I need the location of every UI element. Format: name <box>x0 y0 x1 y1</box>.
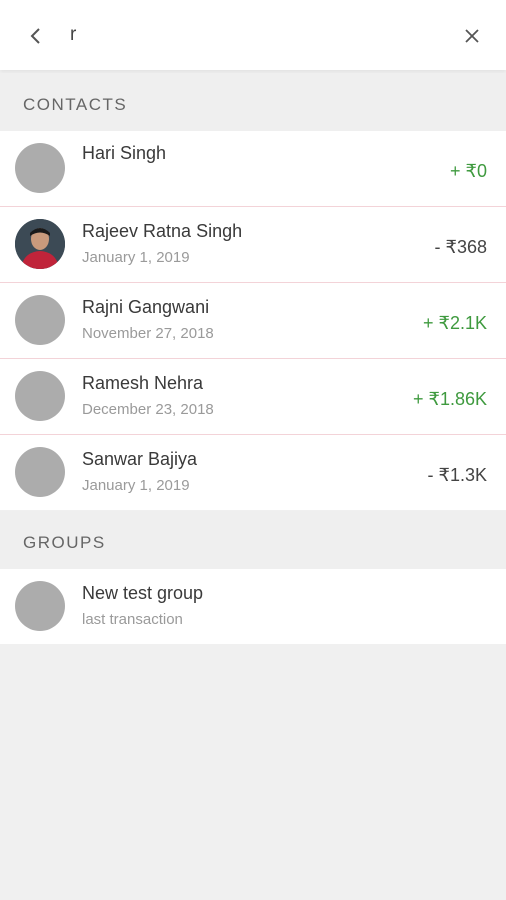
avatar <box>15 143 65 193</box>
contacts-section-title: CONTACTS <box>23 95 128 114</box>
contact-date: January 1, 2019 <box>82 477 190 494</box>
search-input[interactable] <box>70 20 430 50</box>
contact-row[interactable]: Sanwar Bajiya January 1, 2019 - ₹1.3K <box>0 435 506 510</box>
contact-name: Rajeev Ratna Singh <box>82 221 243 241</box>
contact-row[interactable]: Ramesh Nehra December 23, 2018 + ₹1.86K <box>0 359 506 435</box>
avatar <box>15 581 65 631</box>
contact-balance: - ₹1.3K <box>427 465 487 485</box>
contact-name: Sanwar Bajiya <box>82 449 198 469</box>
search-bar <box>0 0 506 70</box>
contact-date: November 27, 2018 <box>82 325 214 342</box>
avatar <box>15 295 65 345</box>
group-row[interactable]: New test group last transaction <box>0 569 506 644</box>
groups-section-title: GROUPS <box>23 533 106 552</box>
close-icon <box>465 29 479 43</box>
group-last-transaction: last transaction <box>82 611 183 628</box>
groups-section-header: GROUPS <box>0 511 506 569</box>
contact-row[interactable]: Rajeev Ratna Singh January 1, 2019 - ₹36… <box>0 207 506 283</box>
contact-balance: + ₹0 <box>450 161 487 181</box>
back-button[interactable] <box>22 22 50 50</box>
contact-row[interactable]: Rajni Gangwani November 27, 2018 + ₹2.1K <box>0 283 506 359</box>
contact-name: Ramesh Nehra <box>82 373 204 393</box>
group-name: New test group <box>82 583 204 603</box>
contact-date: December 23, 2018 <box>82 401 214 418</box>
groups-list: New test group last transaction <box>0 569 506 644</box>
contact-row[interactable]: Hari Singh + ₹0 <box>0 131 506 207</box>
clear-search-button[interactable] <box>458 22 486 50</box>
avatar <box>15 447 65 497</box>
chevron-left-icon <box>30 28 40 44</box>
contact-name: Hari Singh <box>82 143 167 163</box>
person-photo-icon <box>15 219 65 269</box>
contact-balance: + ₹2.1K <box>423 313 487 333</box>
avatar <box>15 371 65 421</box>
contact-date: January 1, 2019 <box>82 249 190 266</box>
contacts-section-header: CONTACTS <box>0 73 506 131</box>
contact-name: Rajni Gangwani <box>82 297 210 317</box>
avatar <box>15 219 65 269</box>
contacts-list: Hari Singh + ₹0 Rajeev Ratna Singh Janua… <box>0 131 506 510</box>
contact-balance: - ₹368 <box>434 237 487 257</box>
contact-balance: + ₹1.86K <box>412 389 487 409</box>
